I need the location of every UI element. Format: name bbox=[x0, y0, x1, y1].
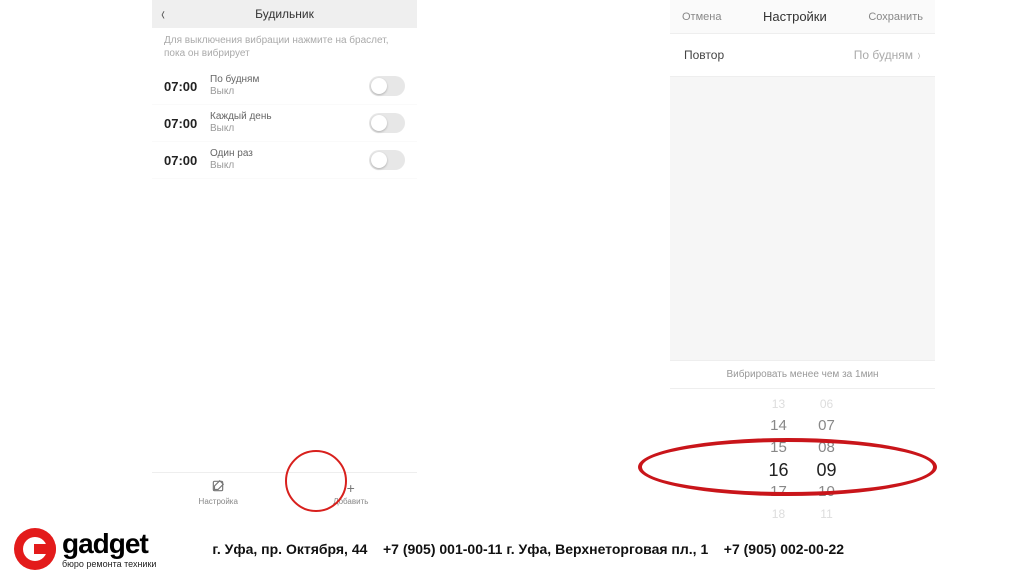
picker-hour: 14 bbox=[770, 415, 787, 437]
plus-icon: + bbox=[347, 480, 355, 496]
alarm-title: Будильник bbox=[152, 7, 417, 21]
alarm-info: Каждый день Выкл bbox=[210, 111, 369, 135]
brand-logo: gadget бюро ремонта техники bbox=[14, 528, 156, 570]
picker-minute: 08 bbox=[818, 437, 835, 459]
alarm-row[interactable]: 07:00 По будням Выкл bbox=[152, 68, 417, 105]
alarm-toggle[interactable] bbox=[369, 113, 405, 133]
settings-header: Отмена Настройки Сохранить bbox=[670, 0, 935, 34]
repeat-label: Повтор bbox=[684, 48, 724, 62]
alarm-info: По будням Выкл bbox=[210, 74, 369, 98]
alarm-toggle[interactable] bbox=[369, 76, 405, 96]
picker-minute: 11 bbox=[820, 503, 832, 525]
phone-2: +7 (905) 002-00-22 bbox=[724, 541, 844, 557]
alarm-list-screen: ‹ Будильник Для выключения вибрации нажм… bbox=[152, 0, 417, 512]
phone-1: +7 (905) 001-00-11 bbox=[383, 541, 502, 557]
picker-minute: 06 bbox=[820, 393, 833, 415]
picker-minute: 10 bbox=[818, 481, 835, 503]
contact-line: г. Уфа, пр. Октября, 44 +7 (905) 001-00-… bbox=[212, 541, 844, 557]
settings-title: Настройки bbox=[763, 9, 827, 24]
alarm-time: 07:00 bbox=[164, 153, 210, 168]
picker-hour: 18 bbox=[772, 503, 785, 525]
alarm-status: Выкл bbox=[210, 160, 369, 172]
picker-hour-selected: 16 bbox=[768, 459, 788, 481]
alarm-status: Выкл bbox=[210, 86, 369, 98]
alarm-status: Выкл bbox=[210, 123, 369, 135]
alarm-row[interactable]: 07:00 Один раз Выкл bbox=[152, 142, 417, 179]
address-1: г. Уфа, пр. Октября, 44 bbox=[212, 541, 367, 557]
alarm-repeat: Каждый день bbox=[210, 111, 369, 123]
back-icon[interactable]: ‹ bbox=[161, 4, 165, 25]
minute-column[interactable]: 06 07 08 09 10 11 bbox=[817, 393, 837, 525]
address-2: г. Уфа, Верхнеторговая пл., 1 bbox=[506, 541, 708, 557]
add-label: Добавить bbox=[333, 497, 368, 506]
alarm-repeat: Один раз bbox=[210, 148, 369, 160]
cancel-button[interactable]: Отмена bbox=[682, 11, 721, 23]
alarm-time: 07:00 bbox=[164, 79, 210, 94]
alarm-settings-screen: Отмена Настройки Сохранить Повтор По буд… bbox=[670, 0, 935, 512]
repeat-value: По будням bbox=[854, 48, 913, 62]
brand-text: gadget бюро ремонта техники bbox=[62, 530, 156, 569]
alarm-toggle[interactable] bbox=[369, 150, 405, 170]
alarm-time: 07:00 bbox=[164, 116, 210, 131]
picker-hour: 13 bbox=[772, 393, 785, 415]
repeat-row[interactable]: Повтор По будням › bbox=[670, 34, 935, 77]
brand-name: gadget bbox=[62, 530, 156, 558]
brand-mark-icon bbox=[14, 528, 56, 570]
vibrate-hint: Вибрировать менее чем за 1мин bbox=[670, 361, 935, 389]
edit-label: Настройка bbox=[199, 497, 238, 506]
alarm-header: ‹ Будильник bbox=[152, 0, 417, 28]
hour-column[interactable]: 13 14 15 16 17 18 bbox=[768, 393, 788, 525]
picker-minute: 07 bbox=[818, 415, 835, 437]
save-button[interactable]: Сохранить bbox=[868, 11, 923, 23]
alarm-repeat: По будням bbox=[210, 74, 369, 86]
time-picker[interactable]: 13 14 15 16 17 18 06 07 08 09 10 11 bbox=[670, 389, 935, 531]
picker-hour: 17 bbox=[770, 481, 787, 503]
brand-tagline: бюро ремонта техники bbox=[62, 560, 156, 569]
alarm-info: Один раз Выкл bbox=[210, 148, 369, 172]
page-footer: gadget бюро ремонта техники г. Уфа, пр. … bbox=[14, 528, 1010, 570]
chevron-right-icon: › bbox=[918, 46, 921, 64]
alarm-row[interactable]: 07:00 Каждый день Выкл bbox=[152, 105, 417, 142]
add-button[interactable]: + Добавить bbox=[285, 473, 418, 512]
picker-hour: 15 bbox=[770, 437, 787, 459]
edit-icon bbox=[211, 479, 225, 496]
alarm-bottombar: Настройка + Добавить bbox=[152, 472, 417, 512]
settings-empty-area bbox=[670, 77, 935, 361]
picker-minute-selected: 09 bbox=[817, 459, 837, 481]
edit-button[interactable]: Настройка bbox=[152, 473, 285, 512]
repeat-value-wrap: По будням › bbox=[854, 48, 921, 62]
alarm-hint: Для выключения вибрации нажмите на брасл… bbox=[152, 28, 417, 68]
